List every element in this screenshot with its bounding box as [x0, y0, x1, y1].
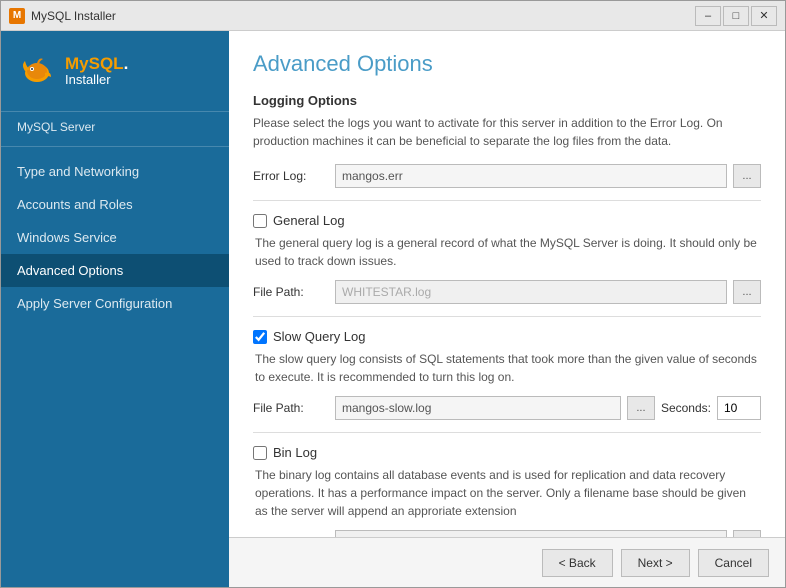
bin-log-filepath-row: File Path: ...	[253, 530, 761, 537]
title-bar: M MySQL Installer – □ ✕	[1, 1, 785, 31]
next-button[interactable]: Next >	[621, 549, 690, 577]
seconds-label: Seconds:	[661, 401, 711, 415]
slow-query-filepath-input[interactable]	[335, 396, 621, 420]
window-controls: – □ ✕	[695, 6, 777, 26]
sidebar: MySQL. Installer MySQL Server Type and N…	[1, 31, 229, 587]
sidebar-item-advanced-options[interactable]: Advanced Options	[1, 254, 229, 287]
app-icon: M	[9, 8, 25, 24]
error-log-input[interactable]	[335, 164, 727, 188]
back-button[interactable]: < Back	[542, 549, 613, 577]
sidebar-item-apply-server-configuration[interactable]: Apply Server Configuration	[1, 287, 229, 320]
slow-query-filepath-row: File Path: ... Seconds:	[253, 396, 761, 420]
slow-query-filepath-label: File Path:	[253, 401, 329, 415]
slow-query-log-checkbox[interactable]	[253, 330, 267, 344]
logging-section-desc: Please select the logs you want to activ…	[253, 114, 761, 150]
general-log-filepath-input[interactable]	[335, 280, 727, 304]
mysql-dot: .	[124, 54, 129, 73]
sidebar-item-accounts-and-roles[interactable]: Accounts and Roles	[1, 188, 229, 221]
bin-log-desc: The binary log contains all database eve…	[255, 466, 761, 520]
mysql-text-mysql: MySQL	[65, 54, 124, 73]
sidebar-nav: Type and Networking Accounts and Roles W…	[1, 147, 229, 587]
mysql-logo: MySQL. Installer	[17, 51, 213, 91]
general-log-browse-button[interactable]: ...	[733, 280, 761, 304]
divider-1	[253, 200, 761, 201]
content-area: Advanced Options Logging Options Please …	[229, 31, 785, 537]
general-log-label[interactable]: General Log	[273, 213, 345, 228]
error-log-label: Error Log:	[253, 169, 329, 183]
general-log-filepath-label: File Path:	[253, 285, 329, 299]
maximize-button[interactable]: □	[723, 6, 749, 26]
general-log-filepath-row: File Path: ...	[253, 280, 761, 304]
title-bar-title: MySQL Installer	[31, 9, 695, 23]
sidebar-subtitle: MySQL Server	[1, 112, 229, 147]
minimize-button[interactable]: –	[695, 6, 721, 26]
slow-query-browse-button[interactable]: ...	[627, 396, 655, 420]
general-log-checkbox[interactable]	[253, 214, 267, 228]
bin-log-checkbox-row: Bin Log	[253, 445, 761, 460]
mysql-text-installer: Installer	[65, 72, 128, 87]
cancel-button[interactable]: Cancel	[698, 549, 769, 577]
mysql-brand-text: MySQL. Installer	[65, 55, 128, 87]
slow-query-log-checkbox-row: Slow Query Log	[253, 329, 761, 344]
footer: < Back Next > Cancel	[229, 537, 785, 587]
error-log-row: Error Log: ...	[253, 164, 761, 188]
slow-query-log-desc: The slow query log consists of SQL state…	[255, 350, 761, 386]
seconds-row: Seconds:	[661, 396, 761, 420]
bin-log-label[interactable]: Bin Log	[273, 445, 317, 460]
logging-section-title: Logging Options	[253, 93, 761, 108]
general-log-checkbox-row: General Log	[253, 213, 761, 228]
sidebar-item-windows-service[interactable]: Windows Service	[1, 221, 229, 254]
page-title: Advanced Options	[253, 51, 761, 77]
general-log-desc: The general query log is a general recor…	[255, 234, 761, 270]
divider-3	[253, 432, 761, 433]
bin-log-filepath-input[interactable]	[335, 530, 727, 537]
divider-2	[253, 316, 761, 317]
slow-query-log-label[interactable]: Slow Query Log	[273, 329, 366, 344]
seconds-input[interactable]	[717, 396, 761, 420]
dolphin-icon	[17, 51, 57, 91]
right-panel: Advanced Options Logging Options Please …	[229, 31, 785, 587]
bin-log-checkbox[interactable]	[253, 446, 267, 460]
sidebar-item-type-and-networking[interactable]: Type and Networking	[1, 155, 229, 188]
main-content: MySQL. Installer MySQL Server Type and N…	[1, 31, 785, 587]
main-window: M MySQL Installer – □ ✕	[0, 0, 786, 588]
close-button[interactable]: ✕	[751, 6, 777, 26]
error-log-browse-button[interactable]: ...	[733, 164, 761, 188]
sidebar-header: MySQL. Installer	[1, 31, 229, 112]
bin-log-browse-button[interactable]: ...	[733, 530, 761, 537]
